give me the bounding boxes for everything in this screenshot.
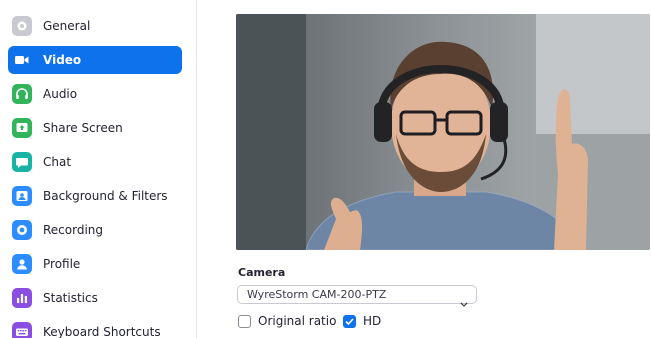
sidebar-item-background-filters[interactable]: Background & Filters: [8, 182, 182, 210]
sidebar-item-general[interactable]: General: [8, 12, 182, 40]
share-screen-icon: [12, 118, 32, 138]
sidebar-item-recording[interactable]: Recording: [8, 216, 182, 244]
gear-icon: [12, 16, 32, 36]
video-settings-panel: Camera WyreStorm CAM-200-PTZ Original ra…: [197, 0, 651, 338]
sidebar-item-video[interactable]: Video: [8, 46, 182, 74]
sidebar-item-audio[interactable]: Audio: [8, 80, 182, 108]
camera-preview: [236, 14, 650, 250]
original-ratio-label: Original ratio: [258, 314, 337, 328]
camera-select-value: WyreStorm CAM-200-PTZ: [247, 288, 387, 301]
keyboard-icon: [12, 322, 32, 338]
headphones-icon: [12, 84, 32, 104]
sidebar-item-label: Recording: [43, 223, 104, 237]
camera-select[interactable]: WyreStorm CAM-200-PTZ: [237, 285, 477, 307]
sidebar-item-label: Profile: [43, 257, 81, 271]
sidebar-item-label: Statistics: [43, 291, 98, 305]
chat-bubble-icon: [12, 152, 32, 172]
sidebar-item-label: Chat: [43, 155, 72, 169]
sidebar-item-label: General: [43, 19, 91, 33]
record-icon: [12, 220, 32, 240]
sidebar-item-statistics[interactable]: Statistics: [8, 284, 182, 312]
settings-window: General Video Audio Share Screen Chat Ba…: [0, 0, 651, 338]
sidebar-item-label: Keyboard Shortcuts: [43, 325, 161, 338]
sidebar-item-chat[interactable]: Chat: [8, 148, 182, 176]
statistics-icon: [12, 288, 32, 308]
sidebar-item-label: Share Screen: [43, 121, 123, 135]
sidebar-item-label: Background & Filters: [43, 189, 168, 203]
camera-label: Camera: [238, 266, 286, 279]
original-ratio-checkbox[interactable]: [238, 314, 251, 328]
profile-icon: [12, 254, 32, 274]
hd-checkbox[interactable]: [343, 314, 356, 328]
sidebar-item-label: Audio: [43, 87, 78, 101]
sidebar-item-label: Video: [43, 53, 82, 67]
sidebar-item-profile[interactable]: Profile: [8, 250, 182, 278]
background-icon: [12, 186, 32, 206]
checkmark-icon: [345, 317, 354, 325]
sidebar-item-keyboard-shortcuts[interactable]: Keyboard Shortcuts: [8, 318, 182, 338]
original-ratio-option[interactable]: Original ratio: [238, 313, 336, 329]
chevron-down-icon: [460, 292, 468, 311]
hd-label: HD: [363, 314, 382, 328]
video-camera-icon: [12, 50, 32, 70]
sidebar-item-share-screen[interactable]: Share Screen: [8, 114, 182, 142]
hd-option[interactable]: HD: [343, 313, 381, 329]
settings-sidebar: General Video Audio Share Screen Chat Ba…: [0, 0, 197, 338]
